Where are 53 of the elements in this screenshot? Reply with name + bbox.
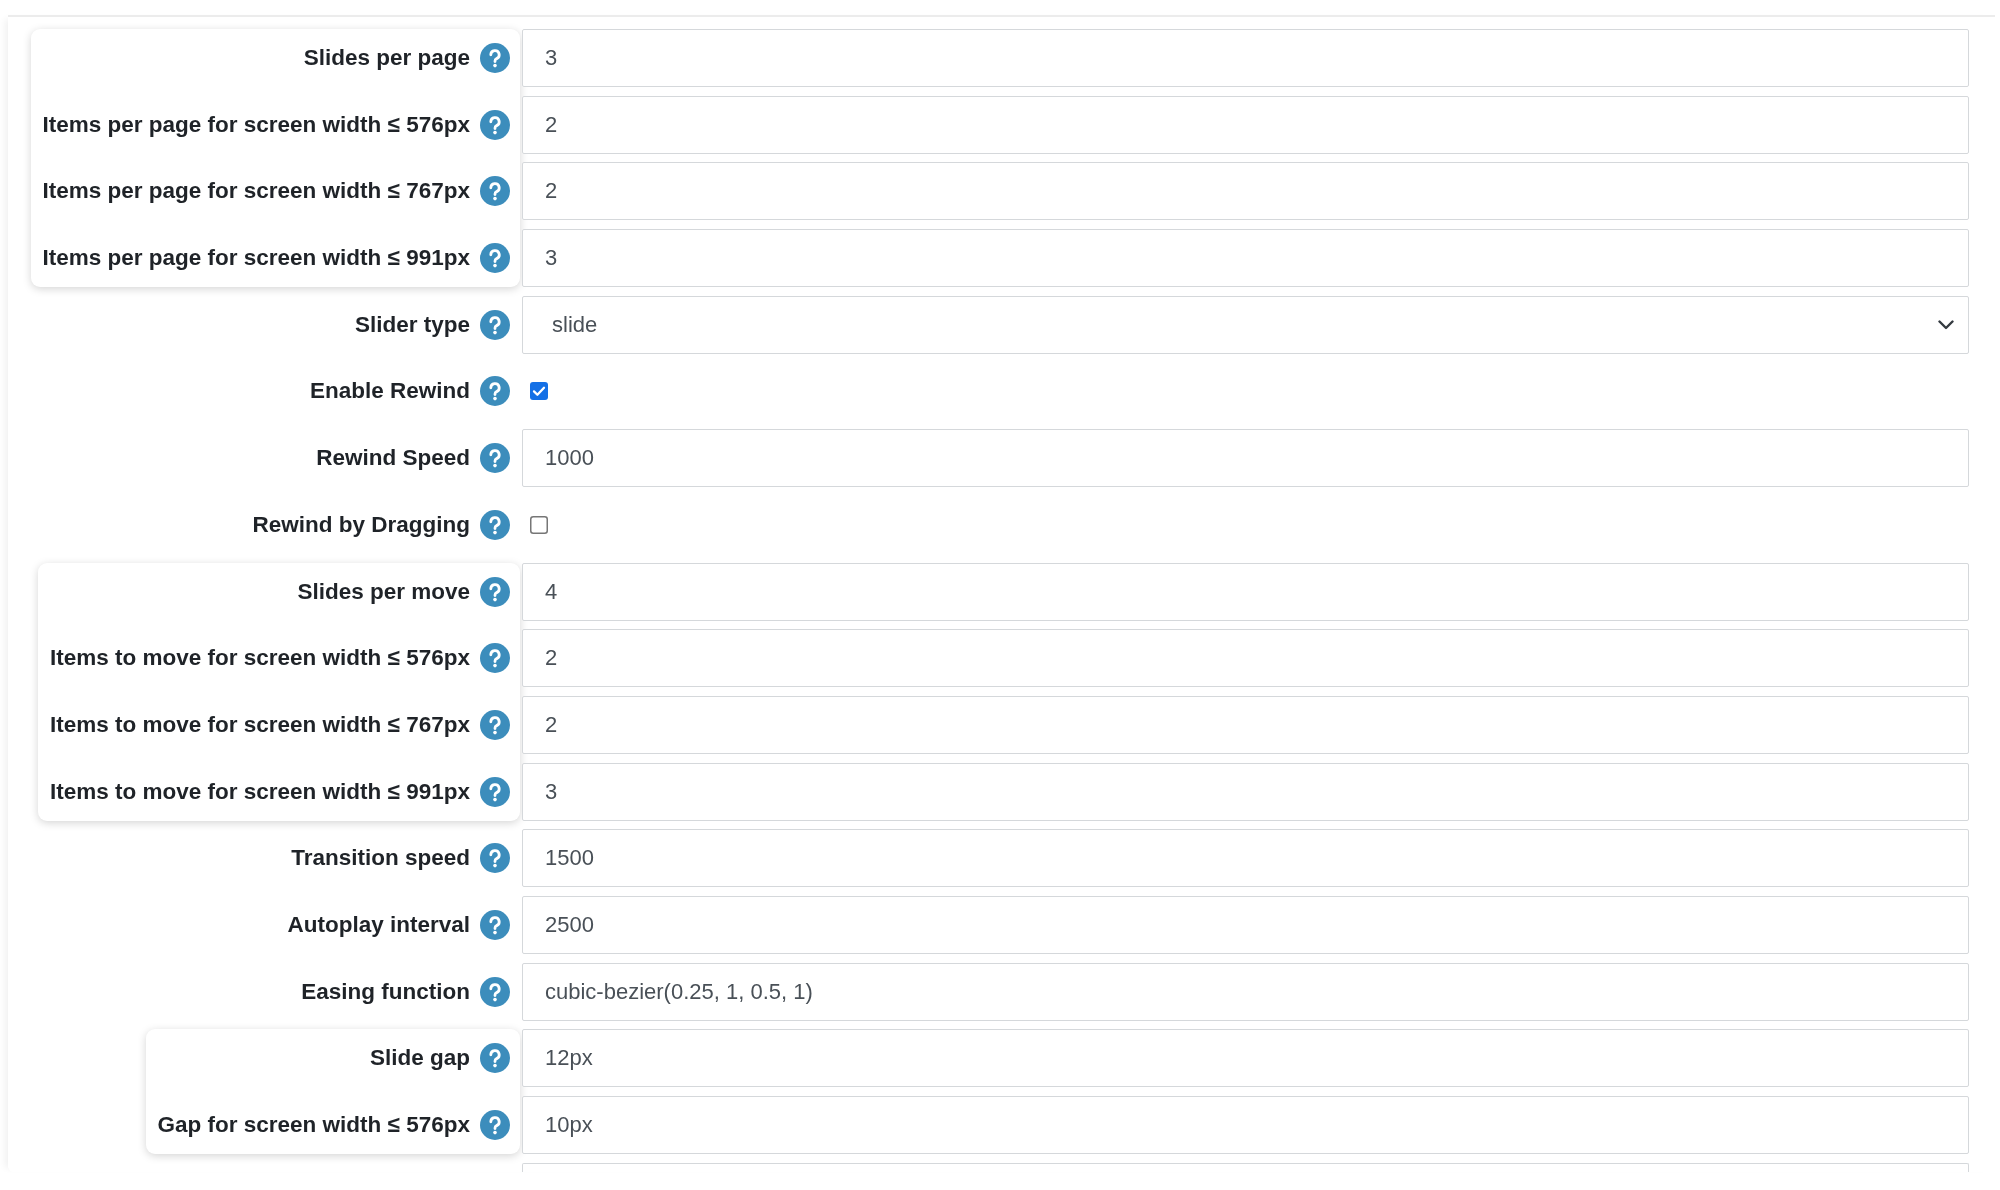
field-label: Gap for screen width ≤ 576px — [157, 1112, 470, 1138]
input-field[interactable]: cubic-bezier(0.25, 1, 0.5, 1) — [522, 962, 1969, 1021]
field-label: Slide gap — [369, 1045, 470, 1072]
help-icon[interactable] — [480, 109, 510, 140]
field-label: Items per page for screen width ≤ 576px — [42, 111, 470, 138]
checkbox[interactable] — [530, 515, 548, 534]
dropdown[interactable]: slide — [522, 295, 1969, 354]
help-icon[interactable] — [480, 643, 510, 674]
help-icon[interactable] — [480, 976, 510, 1007]
help-icon[interactable] — [480, 443, 510, 474]
help-icon[interactable] — [480, 1043, 510, 1074]
help-icon[interactable] — [480, 843, 510, 874]
help-icon[interactable] — [480, 376, 510, 407]
input-field[interactable]: 3 — [522, 762, 1969, 821]
field-label: Items per page for screen width ≤ 991px — [42, 245, 470, 272]
input-field[interactable]: 2500 — [522, 895, 1969, 954]
field-label: Items to move for screen width ≤ 767px — [50, 711, 470, 738]
field-label: Enable Rewind — [309, 378, 470, 405]
field-label: Rewind by Dragging — [252, 511, 470, 538]
input-field[interactable]: 2 — [522, 629, 1969, 688]
input-field[interactable]: 3 — [522, 29, 1969, 87]
input-field[interactable] — [522, 1162, 1969, 1172]
help-icon[interactable] — [480, 43, 510, 73]
field-label: Items per page for screen width ≤ 767px — [42, 178, 470, 205]
help-icon[interactable] — [480, 1110, 510, 1140]
help-icon[interactable] — [480, 176, 510, 207]
input-field[interactable]: 2 — [522, 162, 1969, 221]
input-field[interactable]: 3 — [522, 229, 1969, 288]
input-field[interactable]: 2 — [522, 695, 1969, 754]
field-label: Easing function — [301, 978, 470, 1005]
input-field[interactable]: 2 — [522, 95, 1969, 154]
input-field[interactable]: 1500 — [522, 829, 1969, 888]
field-label: Rewind Speed — [316, 445, 470, 472]
help-icon[interactable] — [480, 909, 510, 940]
input-field[interactable]: 4 — [522, 562, 1969, 621]
field-label: Slides per move — [297, 578, 470, 605]
help-icon[interactable] — [480, 709, 510, 740]
input-field[interactable]: 12px — [522, 1029, 1969, 1088]
help-icon[interactable] — [480, 776, 510, 807]
field-label: Items to move for screen width ≤ 991px — [50, 778, 470, 805]
field-label: Autoplay interval — [287, 911, 470, 938]
field-label: Slides per page — [303, 45, 470, 71]
field-label: Slider type — [354, 311, 470, 338]
chevron-down-icon — [1938, 319, 1954, 330]
help-icon[interactable] — [480, 576, 510, 607]
help-icon[interactable] — [480, 243, 510, 274]
checkbox[interactable] — [530, 382, 548, 401]
help-icon[interactable] — [480, 309, 510, 340]
field-label: Transition speed — [291, 845, 470, 872]
help-icon[interactable] — [480, 509, 510, 540]
field-label: Items to move for screen width ≤ 576px — [50, 645, 470, 672]
input-field[interactable]: 1000 — [522, 429, 1969, 488]
input-field[interactable]: 10px — [522, 1096, 1969, 1154]
